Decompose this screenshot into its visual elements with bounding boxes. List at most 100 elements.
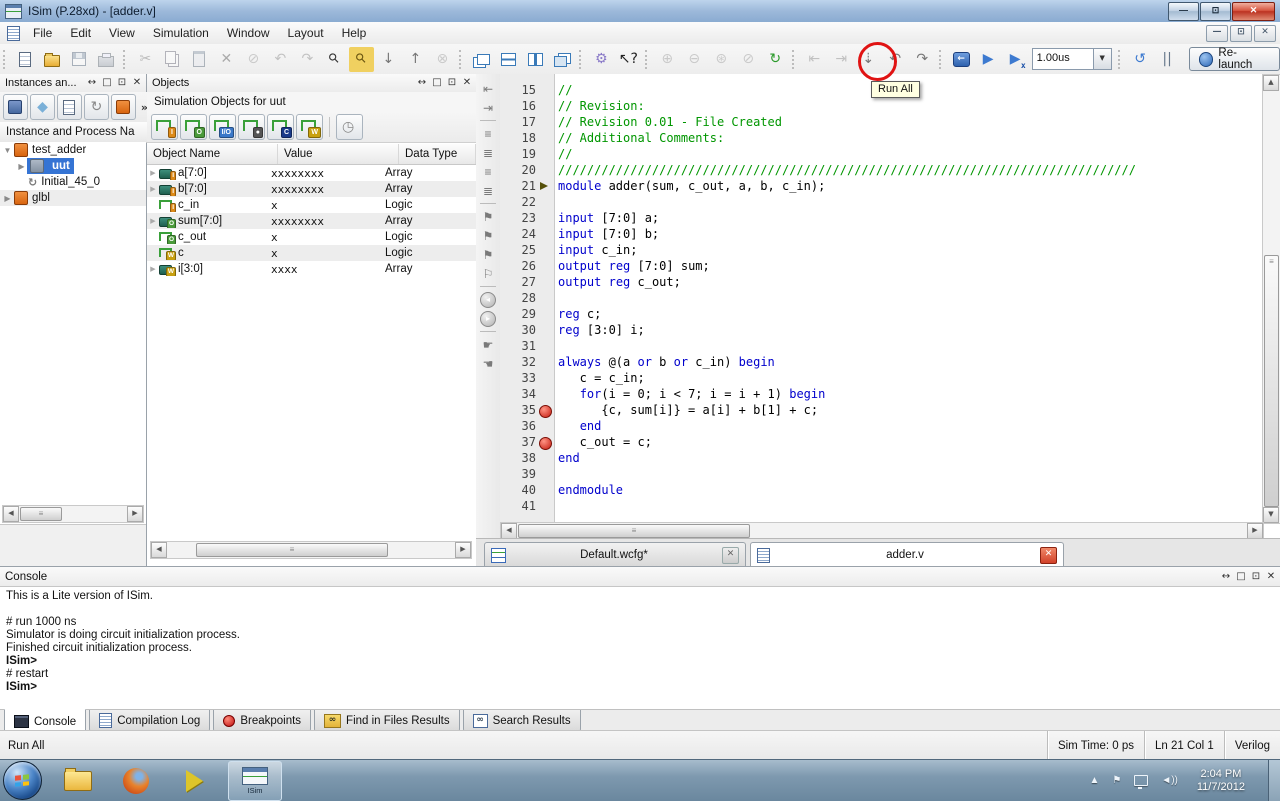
scroll-thumb[interactable]	[196, 543, 388, 557]
line-marker-gutter[interactable]	[536, 306, 554, 322]
panel-restore-button[interactable]: ⊡	[446, 76, 458, 90]
code-line-26[interactable]: 26output reg [7:0] sum;	[500, 258, 1262, 274]
code-line-16[interactable]: 16// Revision:	[500, 98, 1262, 114]
mdi-minimize-button[interactable]: —	[1206, 25, 1228, 42]
taskbar-isim-button[interactable]: ISim	[228, 761, 282, 801]
code-line-19[interactable]: 19//	[500, 146, 1262, 162]
line-marker-gutter[interactable]	[536, 82, 554, 98]
editor-tab-default-wcfg-[interactable]: Default.wcfg*✕	[484, 542, 746, 567]
panel-float-button[interactable]: ↔	[416, 76, 428, 90]
tree-expander[interactable]: ▶	[2, 194, 13, 203]
scroll-up-arrow[interactable]: ▲	[1263, 75, 1279, 91]
line-marker-gutter[interactable]	[536, 322, 554, 338]
column-data-type[interactable]: Data Type	[399, 144, 476, 164]
line-marker-gutter[interactable]	[536, 130, 554, 146]
menu-layout[interactable]: Layout	[279, 23, 333, 43]
tree-item-Initial_45_0[interactable]: ↻Initial_45_0	[0, 174, 146, 190]
view-processes-button[interactable]: ↻	[84, 94, 109, 120]
panel-restore-button[interactable]: ⊡	[116, 76, 128, 90]
scroll-right-arrow[interactable]: ▶	[1247, 523, 1263, 539]
object-row-a[7:0][interactable]: ▶Ia[7:0]xxxxxxxxArray	[147, 165, 476, 181]
code-line-37[interactable]: 37 c_out = c;	[500, 434, 1262, 450]
prev-bookmark-button[interactable]: ⚑	[478, 245, 498, 264]
run-time-input[interactable]: 1.00us	[1032, 48, 1094, 70]
code-line-32[interactable]: 32always @(a or b or c_in) begin	[500, 354, 1262, 370]
line-marker-gutter[interactable]	[536, 466, 554, 482]
panel-maximize-button[interactable]: □	[1235, 570, 1247, 584]
action-center-flag-icon[interactable]: ⚑	[1112, 775, 1121, 786]
volume-icon[interactable]: ◄))	[1161, 775, 1178, 786]
pan-button[interactable]: ☛	[478, 335, 498, 354]
code-line-29[interactable]: 29reg c;	[500, 306, 1262, 322]
cascade-windows-button[interactable]	[469, 47, 494, 72]
wrap-long-lines-button[interactable]: ≣	[478, 181, 498, 200]
scroll-left-button[interactable]: ⇤	[478, 79, 498, 98]
network-icon[interactable]	[1134, 775, 1148, 786]
row-expander[interactable]: ▶	[147, 265, 159, 273]
line-marker-gutter[interactable]	[536, 434, 554, 450]
console-tab-find-in-files-results[interactable]: ∞Find in Files Results	[314, 710, 460, 732]
context-help-button[interactable]: ↖?	[616, 47, 641, 72]
nav-back-button[interactable]: ◂	[478, 290, 498, 309]
scroll-down-arrow[interactable]: ▼	[1263, 507, 1279, 523]
break-button[interactable]: ||	[1155, 47, 1180, 72]
toggle-bookmark-button[interactable]: ⚑	[478, 207, 498, 226]
goto-next-button[interactable]: ↓	[376, 47, 401, 72]
scroll-right-arrow[interactable]: ▶	[455, 542, 471, 558]
tab-close-button[interactable]: ✕	[722, 547, 739, 564]
menu-file[interactable]: File	[24, 23, 61, 43]
tray-expand-icon[interactable]: ▲	[1089, 775, 1099, 786]
float-window-button[interactable]	[550, 47, 575, 72]
filter-constants-button[interactable]: C	[267, 114, 294, 140]
filter-wires-button[interactable]: W	[296, 114, 323, 140]
line-marker-gutter[interactable]	[536, 146, 554, 162]
line-marker-gutter[interactable]	[536, 98, 554, 114]
tile-vertical-button[interactable]	[523, 47, 548, 72]
minimize-button[interactable]: —	[1168, 2, 1199, 21]
goto-line-button[interactable]: ≡	[478, 124, 498, 143]
line-marker-gutter[interactable]	[536, 418, 554, 434]
scroll-left-arrow[interactable]: ◀	[151, 542, 167, 558]
filter-inouts-button[interactable]: I/O	[209, 114, 236, 140]
toolbar-grip[interactable]	[579, 50, 584, 69]
tree-expander[interactable]: ▶	[16, 162, 27, 171]
code-line-23[interactable]: 23input [7:0] a;	[500, 210, 1262, 226]
panel-close-button[interactable]: ✕	[131, 76, 143, 90]
object-row-b[7:0][interactable]: ▶Ib[7:0]xxxxxxxxArray	[147, 181, 476, 197]
nav-forward-button[interactable]: ▸	[478, 309, 498, 328]
refresh-button[interactable]: ↻	[763, 47, 788, 72]
editor-vscrollbar[interactable]: ▲ ▼	[1262, 74, 1280, 524]
object-row-i[3:0][interactable]: ▶Wi[3:0]xxxxArray	[147, 261, 476, 277]
line-marker-gutter[interactable]	[536, 242, 554, 258]
relaunch-button[interactable]: Re-launch	[1189, 47, 1280, 71]
find-button[interactable]: ⚲	[322, 47, 347, 72]
scroll-left-arrow[interactable]: ◀	[3, 506, 19, 522]
toolbar-grip[interactable]	[459, 50, 464, 69]
code-line-22[interactable]: 22	[500, 194, 1262, 210]
code-line-17[interactable]: 17// Revision 0.01 - File Created	[500, 114, 1262, 130]
tree-item-test_adder[interactable]: ▼test_adder	[0, 142, 146, 158]
panel-close-button[interactable]: ✕	[1265, 570, 1277, 584]
panel-close-button[interactable]: ✕	[461, 76, 473, 90]
view-source-files-button[interactable]	[57, 94, 82, 120]
taskbar-firefox-button[interactable]	[114, 763, 158, 799]
object-row-c_out[interactable]: Oc_outxLogic	[147, 229, 476, 245]
breakpoint-icon[interactable]	[539, 437, 552, 450]
restore-button[interactable]: ⊡	[1200, 2, 1231, 21]
menu-view[interactable]: View	[100, 23, 144, 43]
menu-simulation[interactable]: Simulation	[144, 23, 218, 43]
object-row-c_in[interactable]: Ic_inxLogic	[147, 197, 476, 213]
line-marker-gutter[interactable]	[536, 274, 554, 290]
code-line-25[interactable]: 25input c_in;	[500, 242, 1262, 258]
filter-outputs-button[interactable]: O	[180, 114, 207, 140]
settings-wrench-button[interactable]: ⚙	[589, 47, 614, 72]
line-marker-gutter[interactable]	[536, 386, 554, 402]
clock-filter-button[interactable]: ◷	[336, 114, 363, 140]
code-line-41[interactable]: 41	[500, 498, 1262, 514]
line-marker-gutter[interactable]	[536, 498, 554, 514]
line-marker-gutter[interactable]	[536, 178, 554, 194]
toolbar-grip[interactable]	[1118, 50, 1123, 69]
row-expander[interactable]: ▶	[147, 217, 159, 225]
panel-float-button[interactable]: ↔	[1220, 570, 1232, 584]
run-time-dropdown-button[interactable]: ▼	[1094, 48, 1112, 70]
